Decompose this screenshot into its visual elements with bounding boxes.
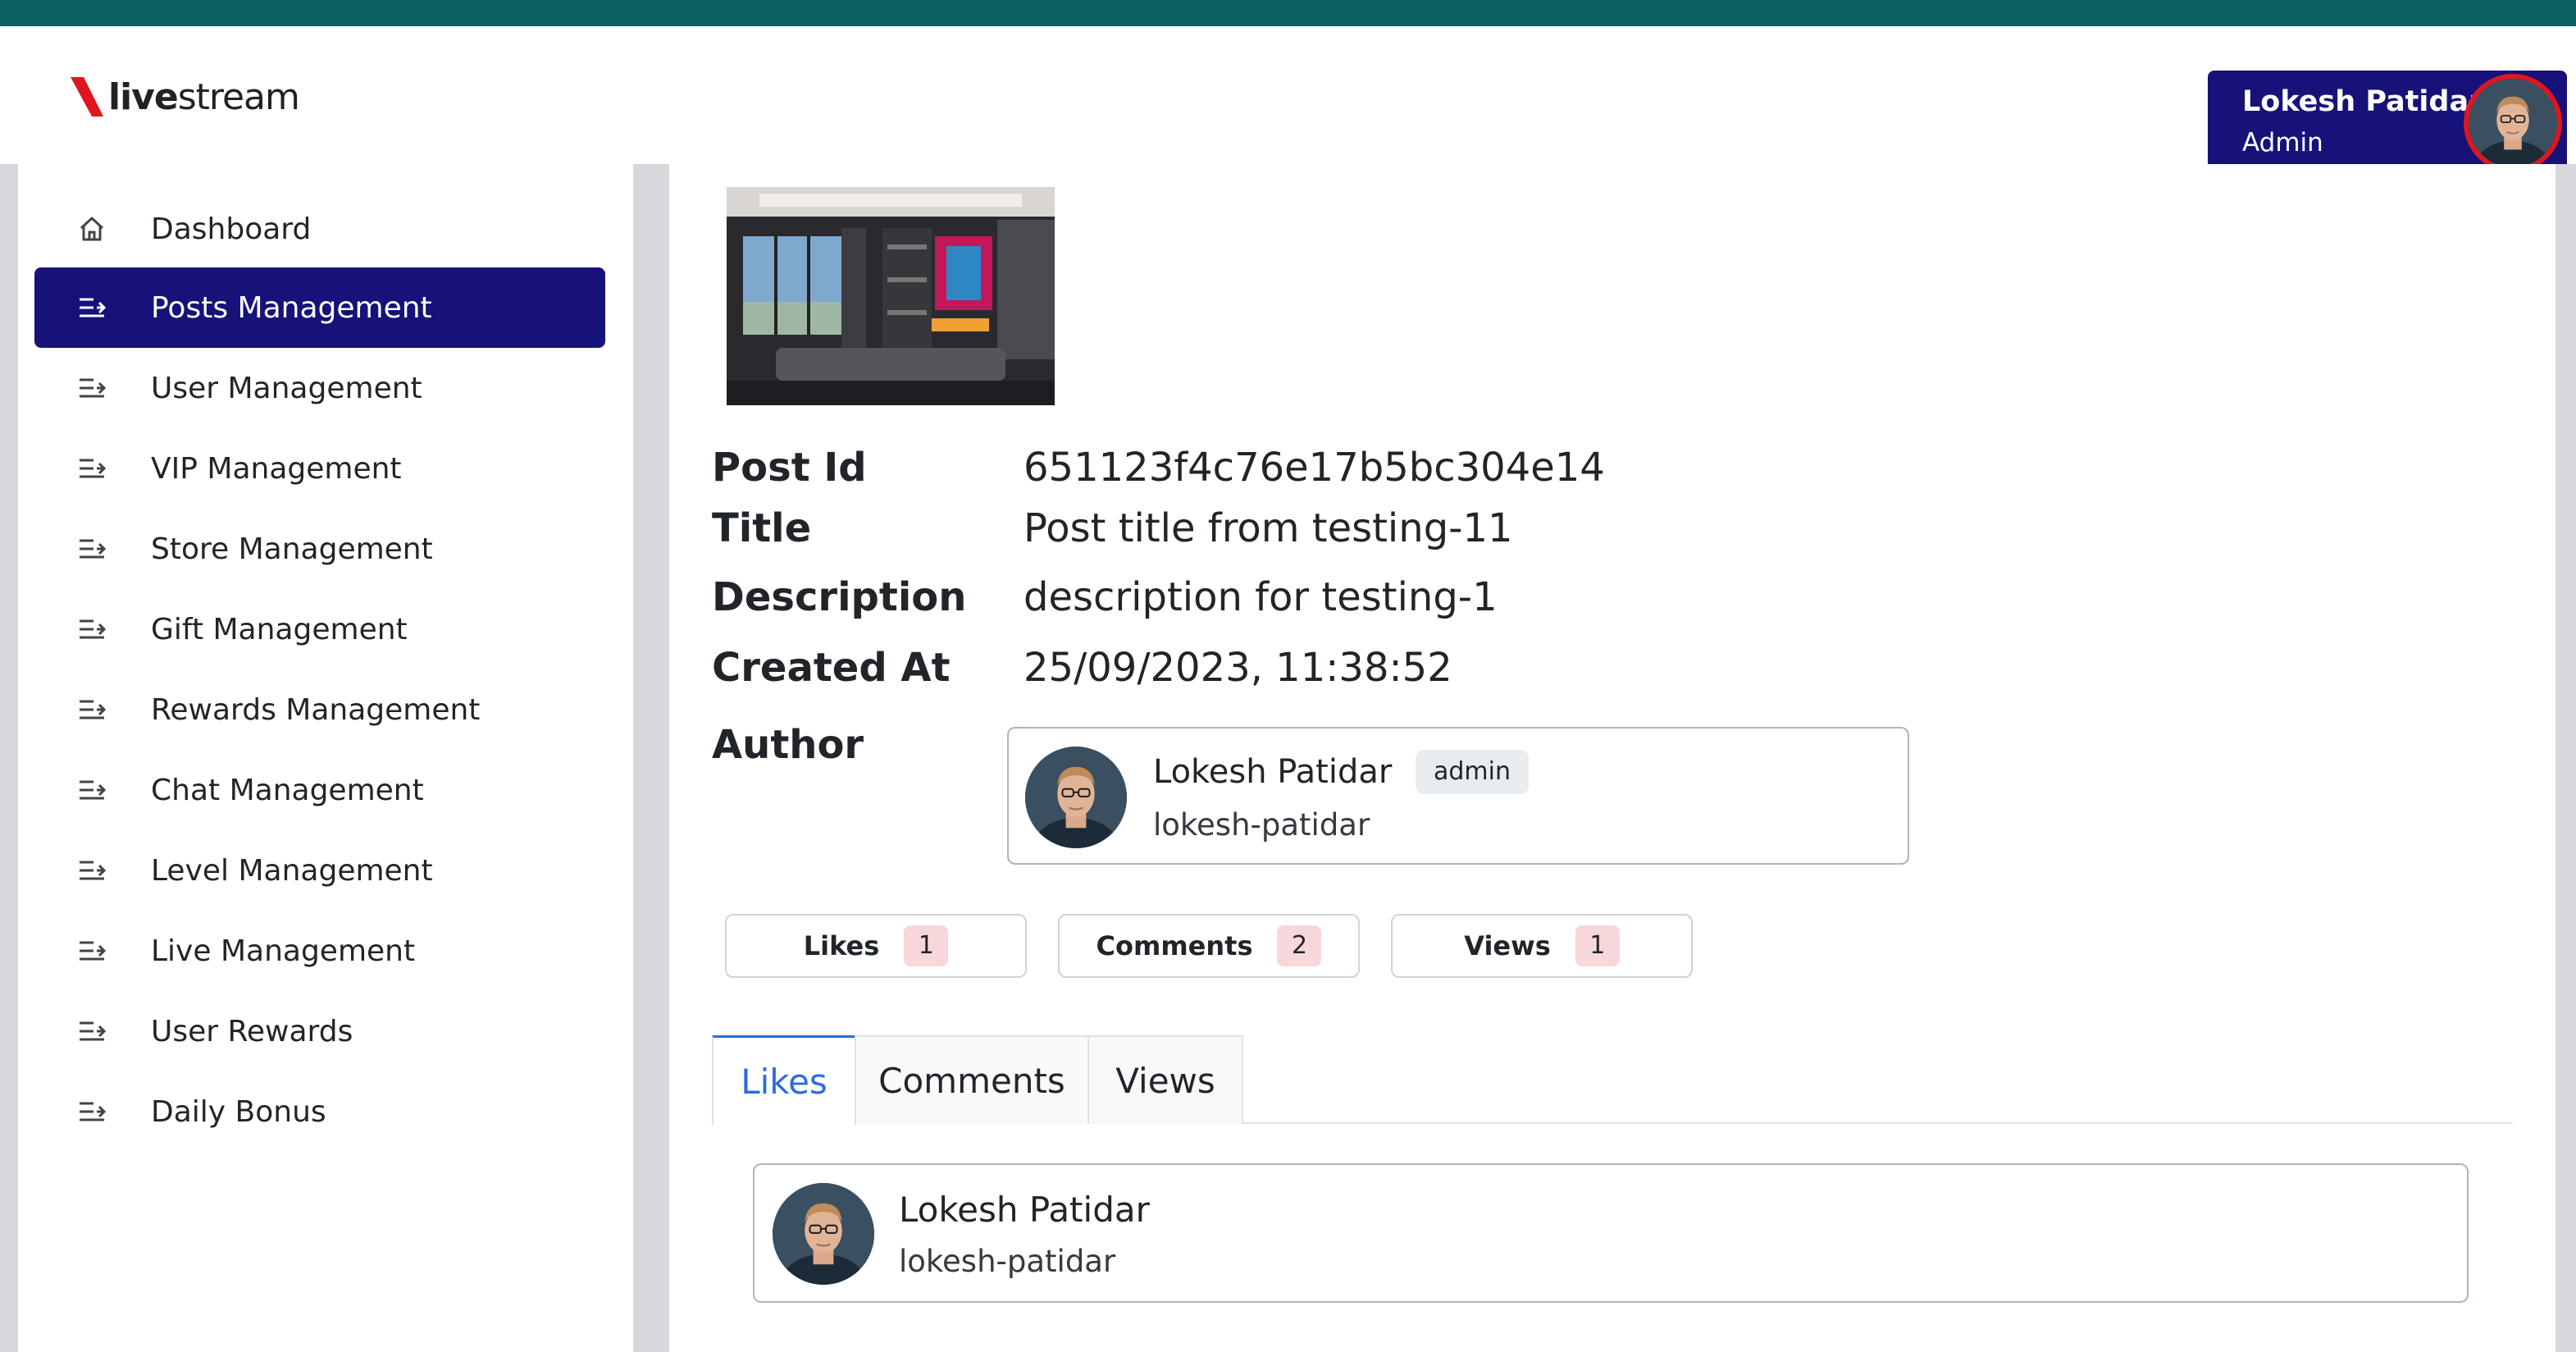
sidebar-item-dashboard[interactable]: Dashboard [34, 189, 605, 269]
views-count-badge: 1 [1575, 925, 1620, 966]
sidebar-item-label: Chat Management [151, 773, 424, 807]
comments-count-button[interactable]: Comments 2 [1058, 914, 1360, 978]
left-gutter [0, 164, 18, 1352]
sidebar-item-label: User Rewards [151, 1014, 353, 1048]
created-at-value: 25/09/2023, 11:38:52 [1024, 645, 1452, 691]
sidebar-item-label: Level Management [151, 853, 433, 888]
title-value: Post title from testing-11 [1024, 505, 1513, 551]
sidebar: Dashboard Posts Management User Manageme… [18, 164, 633, 1352]
views-label: Views [1464, 930, 1551, 961]
user-role: Admin [2242, 128, 2323, 158]
post-detail-panel: Post Id 651123f4c76e17b5bc304e14 Title P… [669, 164, 2555, 1352]
views-count-button[interactable]: Views 1 [1391, 914, 1693, 978]
author-avatar [1025, 747, 1127, 848]
list-arrow-icon [77, 936, 107, 966]
author-role-badge: admin [1416, 750, 1529, 794]
list-arrow-icon [77, 775, 107, 805]
sidebar-item-label: Store Management [151, 532, 433, 566]
author-handle: lokesh-patidar [1153, 807, 1370, 843]
list-arrow-icon [77, 856, 107, 885]
livestream-logo[interactable]: livestream [69, 72, 300, 121]
post-id-label: Post Id [712, 445, 867, 491]
list-arrow-icon [77, 1016, 107, 1046]
sidebar-item-label: Gift Management [151, 612, 408, 646]
sidebar-item-label: Daily Bonus [151, 1094, 326, 1129]
sidebar-item-rewards-management[interactable]: Rewards Management [34, 669, 605, 750]
sidebar-item-label: User Management [151, 371, 422, 405]
sidebar-item-label: VIP Management [151, 451, 402, 486]
logo-text: livestream [108, 75, 300, 118]
post-image-room [727, 187, 1055, 405]
liker-name: Lokesh Patidar [899, 1190, 1150, 1230]
list-item[interactable]: Lokesh Patidar lokesh-patidar [753, 1163, 2469, 1303]
title-label: Title [712, 505, 812, 551]
author-label: Author [712, 722, 864, 768]
sidebar-divider [633, 164, 669, 1352]
list-arrow-icon [77, 534, 107, 564]
user-profile-chip[interactable]: Lokesh Patidar Admin [2208, 71, 2567, 174]
home-icon [77, 214, 107, 244]
likes-label: Likes [803, 930, 880, 961]
likes-count-button[interactable]: Likes 1 [725, 914, 1027, 978]
liker-avatar [773, 1183, 874, 1285]
tab-comments[interactable]: Comments [855, 1035, 1089, 1124]
description-value: description for testing-1 [1024, 574, 1498, 620]
livestream-logo-mark-icon [71, 77, 103, 116]
list-arrow-icon [77, 695, 107, 724]
description-label: Description [712, 574, 967, 620]
likes-count-badge: 1 [904, 925, 949, 966]
sidebar-item-store-management[interactable]: Store Management [34, 509, 605, 589]
user-avatar-image [2469, 79, 2557, 167]
list-arrow-icon [77, 454, 107, 483]
sidebar-item-live-management[interactable]: Live Management [34, 911, 605, 991]
list-arrow-icon [77, 1097, 107, 1126]
sidebar-item-label: Rewards Management [151, 692, 481, 727]
created-at-label: Created At [712, 645, 951, 691]
user-avatar[interactable] [2464, 74, 2562, 172]
sidebar-item-user-management[interactable]: User Management [34, 348, 605, 428]
author-avatar-image [1025, 747, 1127, 848]
user-name: Lokesh Patidar [2242, 85, 2483, 118]
author-name: Lokesh Patidar [1153, 753, 1393, 791]
comments-count-badge: 2 [1277, 925, 1322, 966]
tab-views[interactable]: Views [1087, 1035, 1243, 1124]
sidebar-item-label: Posts Management [151, 290, 432, 325]
sidebar-item-chat-management[interactable]: Chat Management [34, 750, 605, 830]
post-image[interactable] [727, 187, 1055, 405]
tab-likes[interactable]: Likes [712, 1035, 856, 1126]
comments-label: Comments [1096, 930, 1253, 961]
sidebar-item-label: Dashboard [151, 212, 312, 246]
sidebar-item-user-rewards[interactable]: User Rewards [34, 991, 605, 1071]
sidebar-item-posts-management[interactable]: Posts Management [34, 267, 605, 348]
liker-avatar-image [773, 1183, 874, 1285]
right-gutter [2555, 164, 2576, 1352]
browser-top-strip [0, 0, 2576, 26]
sidebar-item-daily-bonus[interactable]: Daily Bonus [34, 1071, 605, 1152]
list-arrow-icon [77, 293, 107, 322]
sidebar-item-vip-management[interactable]: VIP Management [34, 428, 605, 509]
sidebar-item-level-management[interactable]: Level Management [34, 830, 605, 911]
list-arrow-icon [77, 373, 107, 403]
list-arrow-icon [77, 614, 107, 644]
sidebar-item-gift-management[interactable]: Gift Management [34, 589, 605, 669]
app-header: livestream Lokesh Patidar Admin [0, 26, 2576, 174]
post-id-value: 651123f4c76e17b5bc304e14 [1024, 445, 1605, 491]
author-card[interactable]: Lokesh Patidar admin lokesh-patidar [1007, 727, 1909, 865]
sidebar-item-label: Live Management [151, 934, 416, 968]
liker-handle: lokesh-patidar [899, 1244, 1116, 1279]
